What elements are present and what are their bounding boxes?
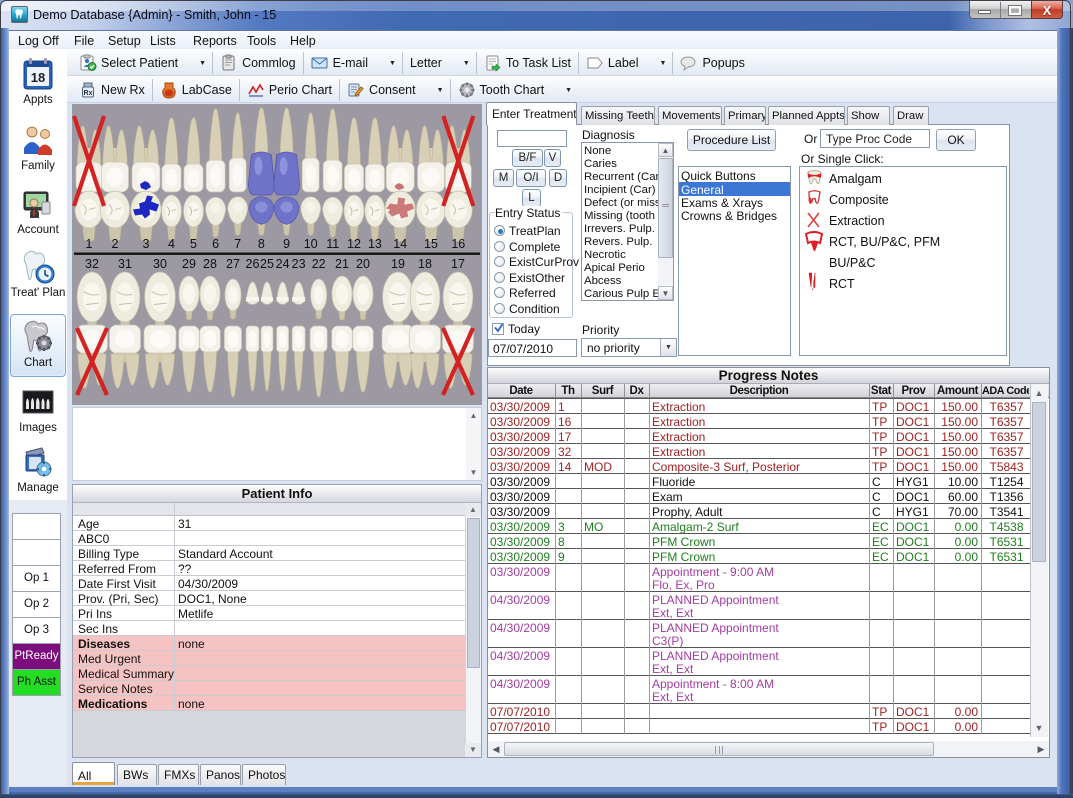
- svg-text:24: 24: [276, 257, 290, 271]
- svg-text:8: 8: [258, 237, 265, 251]
- svg-text:31: 31: [118, 257, 132, 271]
- svg-text:28: 28: [203, 257, 217, 271]
- svg-text:22: 22: [312, 257, 326, 271]
- svg-text:10: 10: [304, 237, 318, 251]
- svg-text:26: 26: [246, 257, 260, 271]
- svg-text:32: 32: [85, 257, 99, 271]
- svg-text:2: 2: [112, 237, 119, 251]
- svg-text:23: 23: [292, 257, 306, 271]
- svg-text:15: 15: [424, 237, 438, 251]
- svg-text:5: 5: [190, 237, 197, 251]
- svg-text:29: 29: [182, 257, 196, 271]
- svg-text:27: 27: [226, 257, 240, 271]
- svg-text:12: 12: [347, 237, 361, 251]
- svg-text:4: 4: [168, 237, 175, 251]
- svg-text:18: 18: [31, 70, 45, 85]
- svg-text:21: 21: [335, 257, 349, 271]
- svg-text:6: 6: [212, 237, 219, 251]
- svg-text:11: 11: [326, 237, 339, 251]
- svg-text:9: 9: [283, 237, 290, 251]
- svg-text:14: 14: [393, 237, 407, 251]
- svg-text:7: 7: [234, 237, 241, 251]
- svg-text:20: 20: [356, 257, 370, 271]
- svg-text:1: 1: [86, 237, 93, 251]
- svg-text:25: 25: [260, 257, 274, 271]
- svg-text:3: 3: [143, 237, 150, 251]
- svg-text:19: 19: [391, 257, 405, 271]
- svg-text:30: 30: [153, 257, 167, 271]
- svg-text:13: 13: [368, 237, 382, 251]
- svg-text:Rx: Rx: [84, 90, 93, 97]
- svg-text:16: 16: [451, 237, 465, 251]
- svg-text:17: 17: [451, 257, 465, 271]
- svg-text:18: 18: [418, 257, 432, 271]
